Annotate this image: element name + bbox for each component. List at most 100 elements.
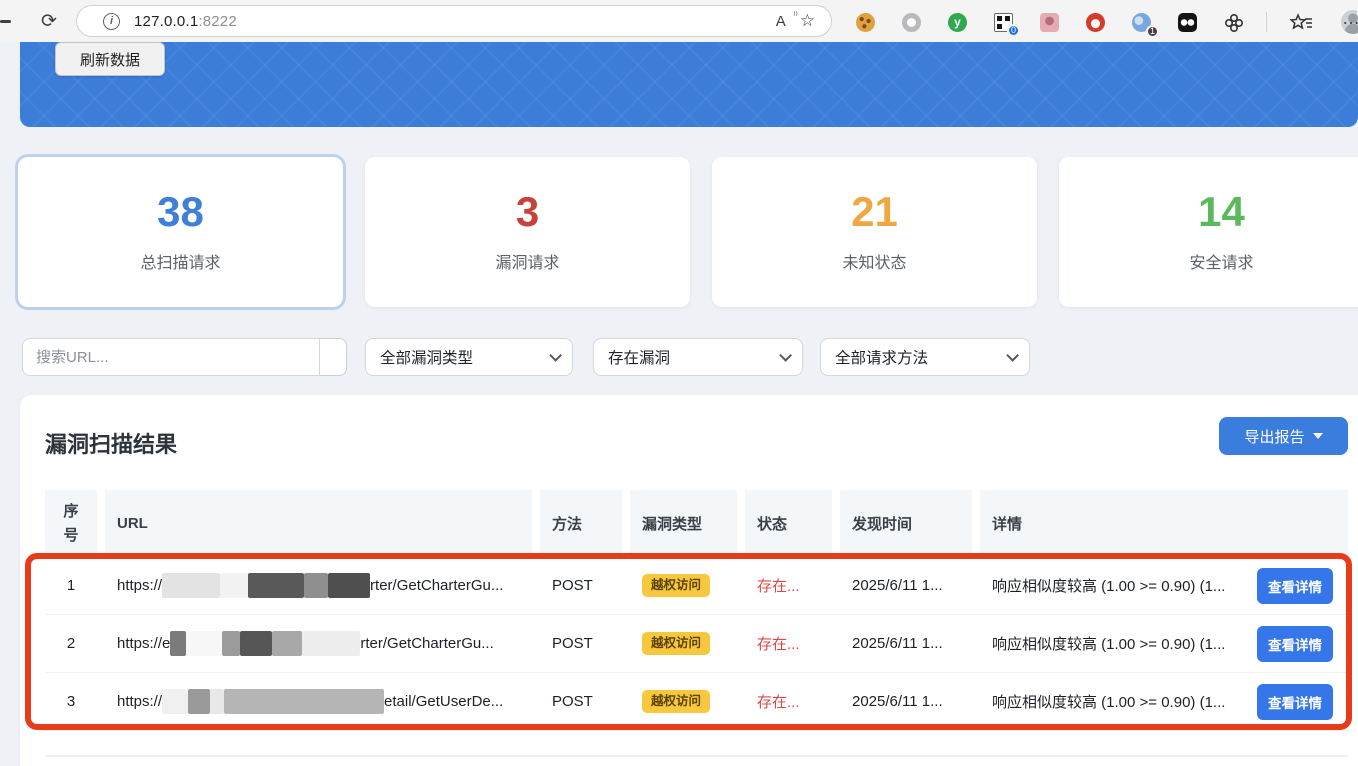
extensions-menu-icon[interactable]	[1224, 13, 1243, 32]
vuln-type-badge: 越权访问	[642, 690, 710, 713]
url-host: 127.0.0.1	[134, 13, 198, 30]
stat-cards: 38 总扫描请求 3 漏洞请求 21 未知状态 14 安全请求	[18, 157, 1358, 307]
page-header-banner: 刷新数据	[20, 42, 1358, 127]
translate-extension-icon[interactable]: 1	[1132, 13, 1151, 32]
view-details-button[interactable]: 查看详情	[1257, 626, 1333, 662]
translate-extension-badge: 1	[1146, 25, 1159, 38]
chevron-down-icon	[1006, 349, 1019, 362]
stat-card-total[interactable]: 38 总扫描请求	[18, 157, 343, 307]
stat-value-total: 38	[157, 191, 204, 233]
stat-value-unknown: 21	[851, 191, 898, 233]
search-url-input[interactable]	[22, 338, 320, 376]
vuln-type-value: 全部漏洞类型	[380, 346, 473, 368]
row-time: 2025/6/11 1...	[840, 673, 972, 730]
table-row: 1 https:// rter/GetCharterGu... POST 越权访问…	[45, 557, 1348, 615]
vuln-status-value: 存在漏洞	[608, 346, 670, 368]
row-url: https:// etail/GetUserDe...	[105, 673, 532, 730]
refresh-data-button[interactable]: 刷新数据	[55, 42, 165, 76]
row-url: https://e rter/GetCharterGu...	[105, 615, 532, 672]
col-header-time: 发现时间	[840, 490, 972, 557]
row-url: https:// rter/GetCharterGu...	[105, 557, 532, 614]
row-index: 1	[45, 557, 97, 614]
browser-toolbar: ⟳ i 127.0.0.1 :8222 A ☆ y 0 1	[0, 0, 1358, 42]
col-header-method: 方法	[540, 490, 622, 557]
col-header-status: 状态	[745, 490, 832, 557]
window-dash-icon	[0, 20, 11, 23]
filter-bar: 全部漏洞类型 存在漏洞 全部请求方法	[22, 338, 1030, 376]
toolbar-divider	[1266, 12, 1267, 32]
col-header-detail: 详情	[980, 490, 1348, 557]
cookie-extension-icon[interactable]	[856, 13, 875, 32]
url-suffix: rter/GetCharterGu...	[360, 635, 493, 652]
qr-extension-icon[interactable]: 0	[994, 13, 1013, 32]
view-details-button[interactable]: 查看详情	[1257, 568, 1333, 604]
table-row: 3 https://etail/GetUserDe... POST 越权访问 存…	[45, 673, 1348, 731]
table-header-row: 序号 URL 方法 漏洞类型 状态 发现时间 详情	[45, 490, 1348, 557]
export-report-button[interactable]: 导出报告	[1219, 417, 1348, 455]
favorites-bar-icon[interactable]	[1290, 13, 1314, 32]
browser-refresh-icon[interactable]: ⟳	[36, 8, 62, 34]
row-time: 2025/6/11 1...	[840, 615, 972, 672]
export-report-label: 导出报告	[1244, 426, 1304, 447]
request-method-select[interactable]: 全部请求方法	[820, 338, 1030, 376]
row-method: POST	[540, 557, 622, 614]
stat-value-safe: 14	[1198, 191, 1245, 233]
green-extension-icon[interactable]: y	[948, 13, 967, 32]
url-prefix: https://	[117, 693, 162, 710]
stat-label-total: 总扫描请求	[140, 249, 220, 273]
url-suffix: etail/GetUserDe...	[384, 693, 503, 710]
search-addon-button[interactable]	[320, 338, 347, 376]
row-status: 存在...	[745, 615, 832, 672]
table-row: 2 https://e rter/GetCharterGu... POST 越权访…	[45, 615, 1348, 673]
url-port: :8222	[198, 13, 237, 30]
read-aloud-icon[interactable]: A	[776, 13, 794, 30]
stat-label-safe: 安全请求	[1189, 249, 1253, 273]
vuln-type-select[interactable]: 全部漏洞类型	[365, 338, 573, 376]
row-time: 2025/6/11 1...	[840, 557, 972, 614]
chevron-down-icon	[549, 349, 562, 362]
row-detail-text: 响应相似度较高 (1.00 >= 0.90) (1...	[992, 691, 1225, 712]
row-detail-text: 响应相似度较高 (1.00 >= 0.90) (1...	[992, 633, 1225, 654]
results-title: 漏洞扫描结果	[45, 427, 177, 459]
stat-card-unknown[interactable]: 21 未知状态	[712, 157, 1037, 307]
results-table: 序号 URL 方法 漏洞类型 状态 发现时间 详情 1 https:// rter…	[45, 490, 1348, 731]
stat-card-vulnerable[interactable]: 3 漏洞请求	[365, 157, 690, 307]
request-method-value: 全部请求方法	[835, 346, 928, 368]
pink-extension-icon[interactable]	[1040, 13, 1059, 32]
vuln-type-badge: 越权访问	[642, 574, 710, 597]
redacted-url-segment	[162, 689, 384, 715]
site-info-icon[interactable]: i	[103, 13, 120, 30]
caret-down-icon	[1313, 433, 1323, 439]
row-index: 2	[45, 615, 97, 672]
row-status: 存在...	[745, 557, 832, 614]
view-details-button[interactable]: 查看详情	[1257, 684, 1333, 720]
row-method: POST	[540, 615, 622, 672]
extensions-row: y 0 1	[856, 10, 1358, 34]
stat-value-vulnerable: 3	[516, 191, 539, 233]
row-detail-text: 响应相似度较高 (1.00 >= 0.90) (1...	[992, 575, 1225, 596]
browser-menu-icon[interactable]: …	[1342, 8, 1358, 29]
table-footer-divider	[45, 755, 1348, 757]
vuln-type-badge: 越权访问	[642, 632, 710, 655]
row-status: 存在...	[745, 673, 832, 730]
col-header-url: URL	[105, 490, 532, 557]
redacted-url-segment	[162, 573, 370, 599]
url-suffix: rter/GetCharterGu...	[370, 577, 503, 594]
col-header-index: 序号	[45, 490, 97, 557]
bookmark-star-icon[interactable]: ☆	[800, 11, 815, 31]
chevron-down-icon	[779, 349, 792, 362]
stat-label-unknown: 未知状态	[842, 249, 906, 273]
url-prefix: https://e	[117, 635, 170, 652]
vuln-status-select[interactable]: 存在漏洞	[593, 338, 803, 376]
stat-card-safe[interactable]: 14 安全请求	[1059, 157, 1358, 307]
address-bar[interactable]: i 127.0.0.1 :8222 A ☆	[76, 5, 832, 37]
redacted-url-segment	[170, 631, 360, 657]
red-extension-icon[interactable]	[1086, 13, 1105, 32]
results-panel: 漏洞扫描结果 导出报告 序号 URL 方法 漏洞类型 状态 发现时间 详情 1 …	[20, 395, 1358, 766]
row-method: POST	[540, 673, 622, 730]
qr-extension-badge: 0	[1007, 24, 1020, 37]
ring-extension-icon[interactable]	[902, 13, 921, 32]
panda-extension-icon[interactable]	[1178, 13, 1197, 32]
url-prefix: https://	[117, 577, 162, 594]
col-header-vuln-type: 漏洞类型	[630, 490, 737, 557]
